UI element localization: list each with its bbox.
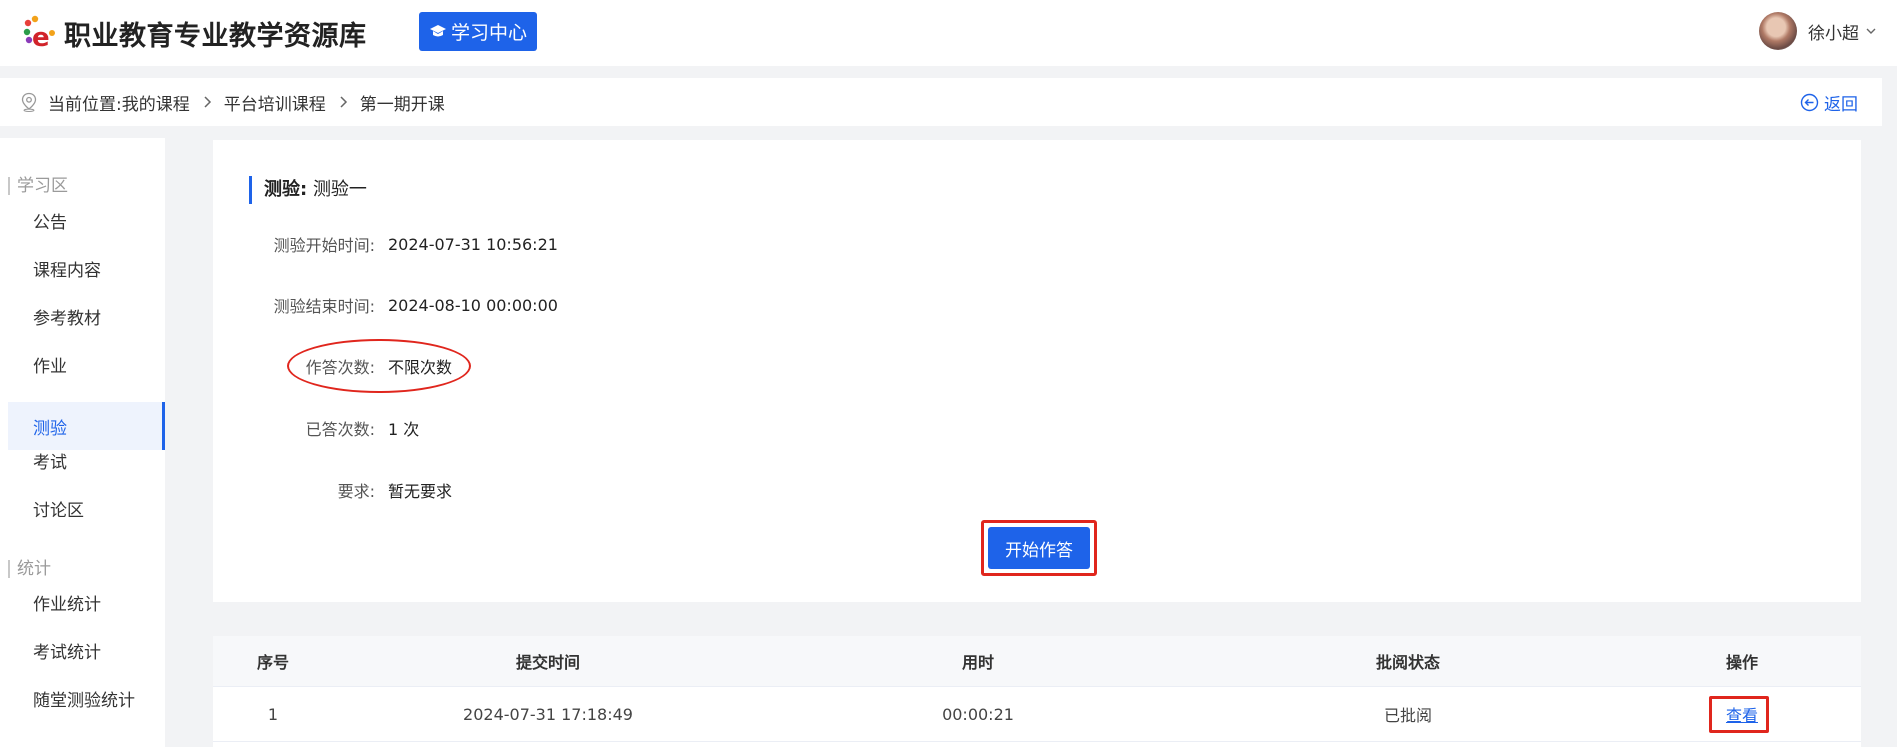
quiz-title-name: 测验一 (312, 179, 367, 200)
avatar (1759, 12, 1797, 50)
sidebar-section-study: 学习区 (8, 177, 68, 195)
sidebar: 学习区 公告 课程内容 参考教材 作业 测验 考试 讨论区 统计 作业统计 考试… (0, 138, 165, 747)
breadcrumb-item-my-courses[interactable]: 我的课程 (122, 90, 190, 115)
sidebar-item-announcement[interactable]: 公告 (8, 196, 165, 244)
field-end-time: 测验结束时间: 2024-08-10 00:00:00 (213, 293, 558, 317)
site-logo[interactable]: e 职业教育专业教学资源库 (20, 13, 367, 53)
sidebar-item-reference-books[interactable]: 参考教材 (8, 292, 165, 340)
logo-icon: e (20, 13, 60, 53)
cell-status: 已批阅 (1383, 706, 1432, 725)
table-header: 序号 提交时间 用时 批阅状态 操作 (213, 636, 1861, 686)
sidebar-item-exam[interactable]: 考试 (8, 436, 165, 484)
sidebar-item-discussion[interactable]: 讨论区 (8, 484, 165, 532)
sidebar-item-homework[interactable]: 作业 (8, 340, 165, 388)
top-header: e 职业教育专业教学资源库 学习中心 徐小超 (0, 0, 1897, 66)
sidebar-item-course-content[interactable]: 课程内容 (8, 244, 165, 292)
location-pin-icon (21, 92, 37, 112)
back-button[interactable]: 返回 (1800, 90, 1858, 115)
cell-index: 1 (267, 704, 279, 724)
field-label: 要求: (337, 482, 375, 501)
cell-duration: 00:00:21 (942, 704, 1014, 724)
highlight-box (1709, 696, 1769, 733)
user-name: 徐小超 (1808, 23, 1859, 44)
chevron-down-icon (1866, 28, 1876, 34)
breadcrumb-item-current: 第一期开课 (359, 94, 445, 115)
start-answer-button[interactable]: 开始作答 (988, 527, 1090, 569)
sidebar-section-stats: 统计 (8, 560, 51, 578)
highlight-ellipse (287, 339, 471, 393)
back-arrow-icon (1800, 93, 1819, 112)
field-attempts-made: 已答次数: 1 次 (213, 416, 420, 440)
back-label: 返回 (1824, 95, 1858, 115)
breadcrumb-prefix: 当前位置: (48, 94, 122, 115)
chevron-right-icon (338, 95, 348, 109)
sidebar-item-quiz-stats[interactable]: 随堂测验统计 (8, 674, 165, 722)
quiz-title-prefix: 测验: (264, 179, 308, 200)
svg-text:e: e (32, 23, 50, 53)
quiz-detail-panel: 测验: 测验一 测验开始时间: 2024-07-31 10:56:21 测验结束… (213, 140, 1861, 602)
chevron-right-icon (202, 95, 212, 109)
col-index: 序号 (256, 653, 289, 672)
quiz-title: 测验: 测验一 (249, 176, 367, 204)
graduation-cap-icon (429, 24, 446, 36)
breadcrumb: 当前位置: 我的课程 平台培训课程 第一期开课 返回 (0, 78, 1882, 126)
field-label: 测验开始时间: (273, 236, 375, 255)
sidebar-item-exam-stats[interactable]: 考试统计 (8, 626, 165, 674)
field-value: 2024-08-10 00:00:00 (388, 295, 558, 315)
field-label: 测验结束时间: (273, 297, 375, 316)
user-menu[interactable]: 徐小超 (1759, 12, 1877, 50)
field-value: 2024-07-31 10:56:21 (388, 234, 558, 254)
col-status: 批阅状态 (1375, 653, 1440, 672)
learning-center-button[interactable]: 学习中心 (419, 12, 537, 51)
field-value: 暂无要求 (388, 482, 453, 501)
table-row: 1 2024-07-31 17:18:49 00:00:21 已批阅 查看 (213, 686, 1861, 742)
field-value: 1 次 (388, 420, 420, 439)
field-requirements: 要求: 暂无要求 (213, 478, 452, 502)
field-label: 已答次数: (305, 420, 375, 439)
sidebar-item-homework-stats[interactable]: 作业统计 (8, 578, 165, 626)
learning-center-label: 学习中心 (450, 22, 527, 44)
site-title: 职业教育专业教学资源库 (64, 20, 367, 52)
col-duration: 用时 (961, 653, 994, 672)
field-start-time: 测验开始时间: 2024-07-31 10:56:21 (213, 232, 558, 256)
col-action: 操作 (1725, 653, 1758, 672)
cell-submit-time: 2024-07-31 17:18:49 (463, 704, 633, 724)
col-submit-time: 提交时间 (515, 653, 580, 672)
attempt-records-table: 序号 提交时间 用时 批阅状态 操作 1 2024-07-31 17:18:49… (213, 636, 1861, 747)
breadcrumb-item-platform-course[interactable]: 平台培训课程 (224, 90, 326, 115)
